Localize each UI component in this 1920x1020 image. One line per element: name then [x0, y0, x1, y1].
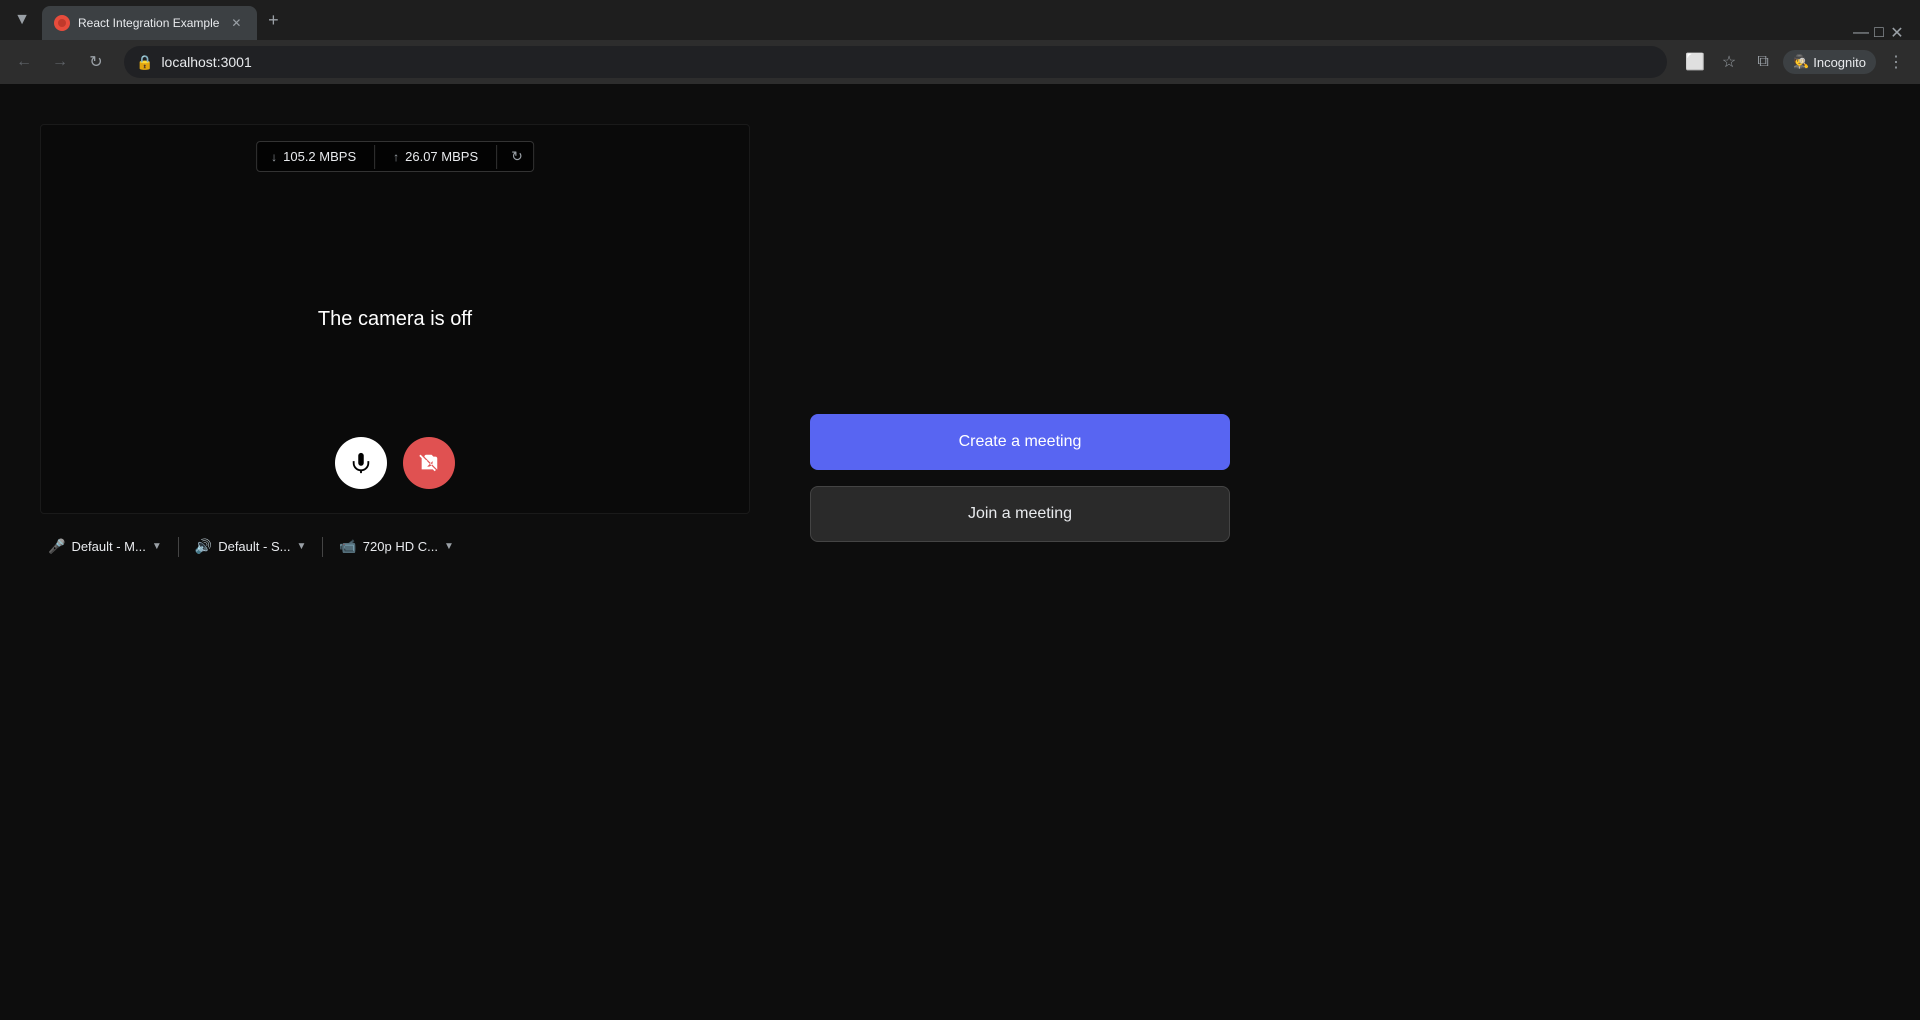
camera-off-icon — [418, 452, 440, 474]
menu-button[interactable]: ⋮ — [1880, 46, 1912, 78]
create-meeting-button[interactable]: Create a meeting — [810, 414, 1230, 470]
lock-icon: 🔒 — [136, 54, 153, 71]
mic-icon — [350, 452, 372, 474]
bookmark-button[interactable]: ☆ — [1713, 46, 1745, 78]
extensions-button[interactable]: ⧉ — [1747, 46, 1779, 78]
tab-title: React Integration Example — [78, 16, 219, 30]
incognito-label: Incognito — [1813, 55, 1866, 70]
cast-button[interactable]: ⬜ — [1679, 46, 1711, 78]
stats-bar: ↓ 105.2 MBPS ↑ 26.07 MBPS ↻ — [256, 141, 534, 172]
tab-bar: ▼ React Integration Example ✕ + — □ ✕ — [0, 0, 1920, 40]
join-meeting-button[interactable]: Join a meeting — [810, 486, 1230, 542]
address-bar[interactable] — [161, 54, 1655, 70]
speaker-select[interactable]: 🔊 Default - S... ▼ — [187, 534, 315, 559]
video-container: ↓ 105.2 MBPS ↑ 26.07 MBPS ↻ The camera i… — [40, 124, 750, 514]
forward-button[interactable]: → — [44, 46, 76, 78]
upload-stat: ↑ 26.07 MBPS — [379, 143, 492, 170]
download-speed: 105.2 MBPS — [283, 149, 356, 164]
page-content: ↓ 105.2 MBPS ↑ 26.07 MBPS ↻ The camera i… — [0, 84, 1920, 1020]
incognito-icon: 🕵 — [1793, 54, 1809, 70]
camera-off-text: The camera is off — [318, 308, 472, 331]
maximize-button[interactable]: □ — [1872, 26, 1886, 40]
device-divider-2 — [322, 537, 323, 557]
address-bar-container[interactable]: 🔒 — [124, 46, 1667, 78]
speaker-chevron-icon: ▼ — [296, 541, 306, 552]
tab-close-button[interactable]: ✕ — [227, 14, 245, 32]
back-button[interactable]: ← — [8, 46, 40, 78]
camera-select-text: 720p HD C... — [363, 539, 438, 554]
mic-select-text: Default - M... — [71, 539, 145, 554]
camera-select-icon: 📹 — [339, 538, 356, 555]
close-button[interactable]: ✕ — [1890, 26, 1904, 40]
mic-select-icon: 🎤 — [48, 538, 65, 555]
minimize-button[interactable]: — — [1854, 26, 1868, 40]
download-icon: ↓ — [271, 150, 277, 164]
refresh-button[interactable]: ↻ — [80, 46, 112, 78]
mic-chevron-icon: ▼ — [152, 541, 162, 552]
speaker-select-text: Default - S... — [218, 539, 290, 554]
window-controls: — □ ✕ — [1846, 26, 1912, 40]
incognito-badge[interactable]: 🕵 Incognito — [1783, 50, 1876, 74]
stat-divider — [374, 145, 375, 169]
browser-chrome: ▼ React Integration Example ✕ + — □ ✕ ← … — [0, 0, 1920, 84]
stat-divider-2 — [496, 145, 497, 169]
toolbar-actions: ⬜ ☆ ⧉ — [1679, 46, 1779, 78]
upload-icon: ↑ — [393, 150, 399, 164]
mic-select[interactable]: 🎤 Default - M... ▼ — [40, 534, 170, 559]
controls-row — [335, 437, 455, 489]
camera-button[interactable] — [403, 437, 455, 489]
camera-select[interactable]: 📹 720p HD C... ▼ — [331, 534, 462, 559]
download-stat: ↓ 105.2 MBPS — [257, 143, 370, 170]
upload-speed: 26.07 MBPS — [405, 149, 478, 164]
device-divider-1 — [178, 537, 179, 557]
tab-switcher-button[interactable]: ▼ — [8, 6, 36, 34]
meeting-panel: Create a meeting Join a meeting — [810, 124, 1230, 542]
speaker-select-icon: 🔊 — [195, 538, 212, 555]
device-selectors: 🎤 Default - M... ▼ 🔊 Default - S... ▼ 📹 … — [40, 530, 750, 563]
new-tab-button[interactable]: + — [259, 6, 287, 34]
tab-favicon — [54, 15, 70, 31]
stats-refresh-button[interactable]: ↻ — [501, 142, 533, 171]
toolbar: ← → ↻ 🔒 ⬜ ☆ ⧉ 🕵 Incognito ⋮ — [0, 40, 1920, 84]
active-tab[interactable]: React Integration Example ✕ — [42, 6, 257, 40]
video-section: ↓ 105.2 MBPS ↑ 26.07 MBPS ↻ The camera i… — [40, 124, 750, 563]
camera-chevron-icon: ▼ — [444, 541, 454, 552]
mic-button[interactable] — [335, 437, 387, 489]
